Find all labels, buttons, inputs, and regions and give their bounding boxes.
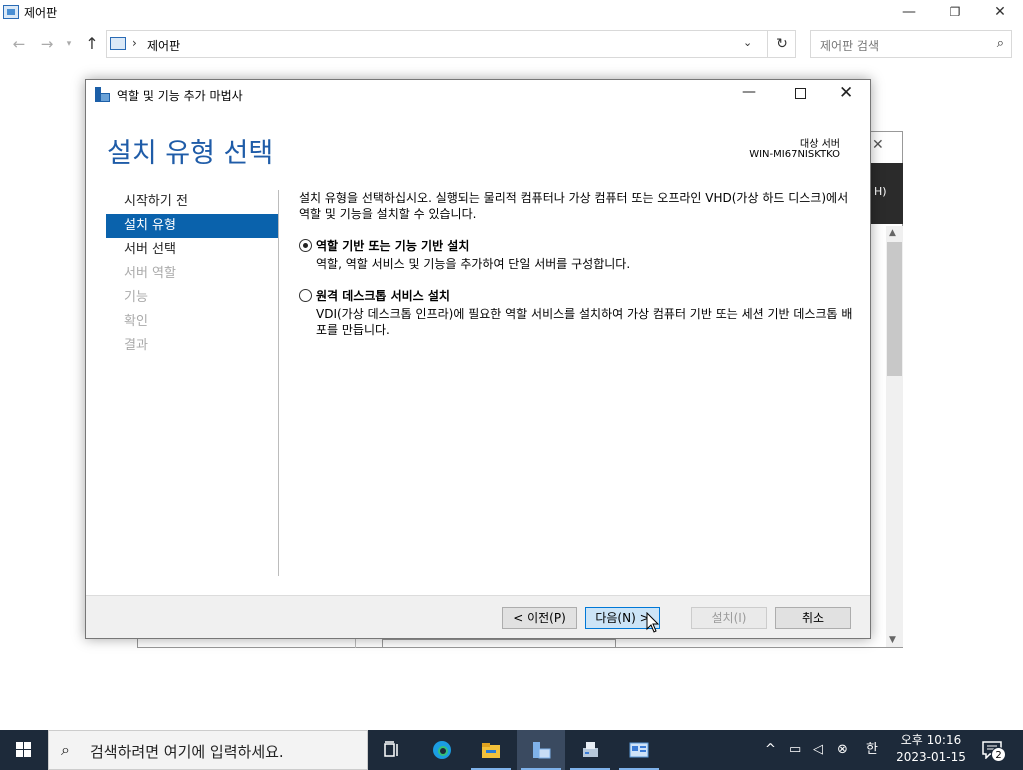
server-printer-icon[interactable]	[566, 730, 614, 770]
control-panel-titlebar: 제어판 — ❐ ✕	[0, 0, 1023, 26]
clock[interactable]: 오후 10:16 2023-01-15	[892, 732, 970, 766]
address-bar[interactable]: › 제어판 ⌄ ↻	[106, 30, 796, 58]
step-before-you-begin[interactable]: 시작하기 전	[106, 190, 278, 214]
minimize-button[interactable]: —	[886, 0, 932, 26]
search-icon: ⌕	[61, 740, 70, 759]
step-server-selection[interactable]: 서버 선택	[106, 238, 278, 262]
add-roles-wizard: 역할 및 기능 추가 마법사 — ✕ 설치 유형 선택 대상 서버 WIN-MI…	[85, 79, 871, 639]
edge-browser-icon[interactable]	[418, 730, 466, 770]
option-description: 역할, 역할 서비스 및 기능을 추가하여 단일 서버를 구성합니다.	[316, 257, 631, 271]
wizard-titlebar: 역할 및 기능 추가 마법사 — ✕	[86, 80, 870, 110]
network-icon[interactable]: ▭	[789, 730, 801, 770]
partial-control	[382, 639, 616, 648]
step-results: 결과	[124, 338, 148, 353]
previous-button[interactable]: < 이전(P)	[502, 607, 577, 629]
restore-button[interactable]: ❐	[932, 0, 978, 26]
maximize-button[interactable]	[795, 88, 806, 99]
target-server-label: 대상 서버	[800, 139, 840, 150]
up-arrow-icon[interactable]: ↑	[82, 34, 102, 54]
option-description: VDI(가상 데스크톱 인프라)에 필요한 역할 서비스를 설치하여 가상 컴퓨…	[316, 307, 853, 337]
scroll-down-icon[interactable]: ▼	[889, 635, 896, 645]
option-title[interactable]: 역할 기반 또는 기능 기반 설치	[316, 238, 859, 254]
server-manager-taskbar-icon[interactable]	[517, 730, 565, 770]
search-icon[interactable]: ⌕	[997, 36, 1004, 51]
volume-muted-icon[interactable]: ◁	[813, 730, 823, 770]
wizard-title: 역할 및 기능 추가 마법사	[117, 89, 243, 103]
window-title: 제어판	[24, 6, 58, 20]
background-text: H)	[874, 185, 887, 198]
ime-indicator[interactable]: 한	[866, 730, 878, 770]
wizard-content: 설치 유형을 선택하십시오. 실행되는 물리적 컴퓨터나 가상 컴퓨터 또는 오…	[299, 190, 859, 338]
mouse-cursor-icon	[646, 612, 660, 633]
scrollbar[interactable]: ▲ ▼	[886, 226, 903, 647]
wizard-steps: 시작하기 전 설치 유형 서버 선택 서버 역할 기능 확인 결과	[106, 190, 278, 358]
notification-count-badge: 2	[991, 747, 1006, 762]
search-input[interactable]: 제어판 검색 ⌕	[810, 30, 1012, 58]
option-title[interactable]: 원격 데스크톱 서비스 설치	[316, 288, 859, 304]
page-title: 설치 유형 선택	[107, 138, 274, 169]
control-panel-icon	[3, 5, 19, 19]
back-arrow-icon[interactable]: ←	[9, 34, 29, 54]
close-button[interactable]: ✕	[977, 0, 1023, 26]
option-role-based[interactable]: 역할 기반 또는 기능 기반 설치 역할, 역할 서비스 및 기능을 추가하여 …	[299, 238, 859, 272]
radio-role-based[interactable]	[299, 239, 312, 252]
notification-center-icon[interactable]: 2	[980, 738, 1008, 762]
taskbar-search-placeholder: 검색하려면 여기에 입력하세요.	[90, 743, 284, 761]
divider	[278, 190, 279, 576]
clock-date: 2023-01-15	[896, 750, 966, 764]
navigation-bar: ← → ▾ ↑ › 제어판 ⌄ ↻ 제어판 검색 ⌕	[0, 26, 1023, 66]
background-panel: H)	[868, 163, 903, 224]
task-view-icon[interactable]	[368, 730, 416, 770]
control-panel-taskbar-icon[interactable]	[615, 730, 663, 770]
forward-arrow-icon[interactable]: →	[37, 34, 57, 54]
file-explorer-icon[interactable]	[467, 730, 515, 770]
clock-time: 오후 10:16	[900, 733, 962, 747]
step-installation-type[interactable]: 설치 유형	[106, 214, 278, 238]
scroll-up-icon[interactable]: ▲	[889, 228, 896, 238]
server-manager-icon	[95, 87, 110, 102]
show-hidden-icons-chevron-icon[interactable]: ^	[765, 730, 776, 770]
minimize-button[interactable]: —	[742, 84, 756, 100]
breadcrumb-chevron-icon[interactable]: ›	[132, 36, 137, 50]
step-confirmation: 확인	[124, 314, 148, 329]
chevron-down-icon[interactable]: ⌄	[743, 36, 752, 49]
option-remote-desktop[interactable]: 원격 데스크톱 서비스 설치 VDI(가상 데스크톱 인프라)에 필요한 역할 …	[299, 288, 859, 338]
taskbar: ⌕ 검색하려면 여기에 입력하세요. ^ ▭ ◁ ⊗ 한 오후 10:16 20…	[0, 730, 1023, 770]
wizard-footer: < 이전(P) 다음(N) > 설치(I) 취소	[86, 595, 870, 638]
install-button: 설치(I)	[691, 607, 767, 629]
radio-remote-desktop[interactable]	[299, 289, 312, 302]
taskbar-search-input[interactable]: ⌕ 검색하려면 여기에 입력하세요.	[48, 730, 368, 770]
step-features: 기능	[124, 290, 148, 305]
status-error-icon[interactable]: ⊗	[837, 730, 848, 770]
control-panel-icon	[110, 37, 126, 50]
step-server-roles: 서버 역할	[124, 266, 176, 281]
target-server-name: WIN-MI67NISKTKO	[749, 149, 840, 160]
scrollbar-thumb[interactable]	[887, 242, 902, 376]
close-button[interactable]: ✕	[839, 83, 853, 103]
cancel-button[interactable]: 취소	[775, 607, 851, 629]
recent-locations-chevron-icon[interactable]: ▾	[63, 34, 75, 54]
page-description: 설치 유형을 선택하십시오. 실행되는 물리적 컴퓨터나 가상 컴퓨터 또는 오…	[299, 191, 849, 221]
windows-start-icon[interactable]	[0, 730, 48, 770]
search-placeholder: 제어판 검색	[820, 39, 880, 53]
close-icon[interactable]: ✕	[872, 137, 884, 153]
breadcrumb[interactable]: 제어판	[147, 37, 180, 54]
refresh-icon[interactable]: ↻	[767, 31, 796, 57]
